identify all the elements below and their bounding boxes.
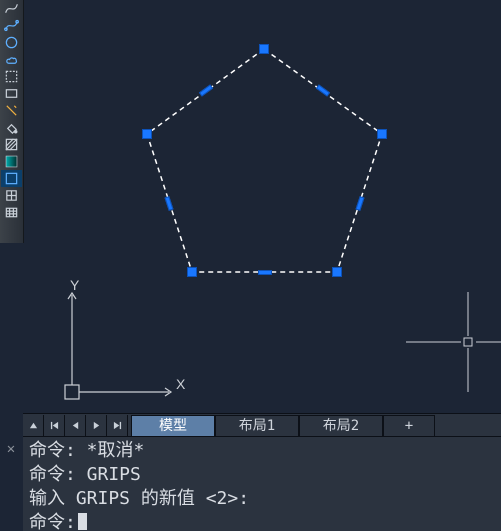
tab-layout1[interactable]: 布局1 xyxy=(215,415,299,437)
ucs-x-label: X xyxy=(176,376,185,392)
grip-vertex[interactable] xyxy=(332,267,342,277)
tabs-menu-button[interactable] xyxy=(23,415,44,436)
tabs-next-button[interactable] xyxy=(86,415,107,436)
table-icon[interactable] xyxy=(1,204,22,221)
spline-fit-icon[interactable] xyxy=(1,17,22,34)
command-input-line[interactable]: 命令: xyxy=(29,511,501,531)
revision-cloud-icon[interactable] xyxy=(1,51,22,68)
ucs-icon[interactable]: Y X xyxy=(59,277,189,407)
tab-add[interactable]: + xyxy=(383,415,435,437)
gradient-icon[interactable] xyxy=(1,153,22,170)
ucs-y-label: Y xyxy=(70,277,79,293)
command-history-line: 命令: GRIPS xyxy=(29,463,501,487)
grip-vertex[interactable] xyxy=(259,44,269,54)
grid-icon[interactable] xyxy=(1,187,22,204)
close-icon[interactable]: ✕ xyxy=(2,440,20,458)
fill-icon[interactable] xyxy=(1,119,22,136)
tabs-first-button[interactable] xyxy=(44,415,65,436)
left-toolbar xyxy=(0,0,24,243)
layout-tabs-bar: 模型 布局1 布局2 + xyxy=(23,413,501,438)
tabs-prev-button[interactable] xyxy=(65,415,86,436)
rectangle-icon[interactable] xyxy=(1,85,22,102)
boundary-icon[interactable] xyxy=(1,170,22,187)
circle-icon[interactable] xyxy=(1,34,22,51)
select-icon[interactable] xyxy=(1,68,22,85)
calligraphy-icon[interactable] xyxy=(1,102,22,119)
layout-tabs: 模型 布局1 布局2 + xyxy=(131,415,435,437)
tabs-last-button[interactable] xyxy=(107,415,128,436)
grip-vertex[interactable] xyxy=(142,129,152,139)
grip-vertex[interactable] xyxy=(187,267,197,277)
hatch-icon[interactable] xyxy=(1,136,22,153)
drawing-canvas[interactable]: Y X xyxy=(23,0,501,413)
command-line-panel[interactable]: ✕ 命令: *取消* 命令: GRIPS 输入 GRIPS 的新值 <2>: 命… xyxy=(23,436,501,531)
command-history-line: 命令: *取消* xyxy=(29,439,501,463)
command-history-line: 输入 GRIPS 的新值 <2>: xyxy=(29,487,501,511)
spline-icon[interactable] xyxy=(1,0,22,17)
tab-model[interactable]: 模型 xyxy=(131,415,215,437)
tab-layout2[interactable]: 布局2 xyxy=(299,415,383,437)
grip-midpoint[interactable] xyxy=(258,270,272,275)
grip-vertex[interactable] xyxy=(377,129,387,139)
